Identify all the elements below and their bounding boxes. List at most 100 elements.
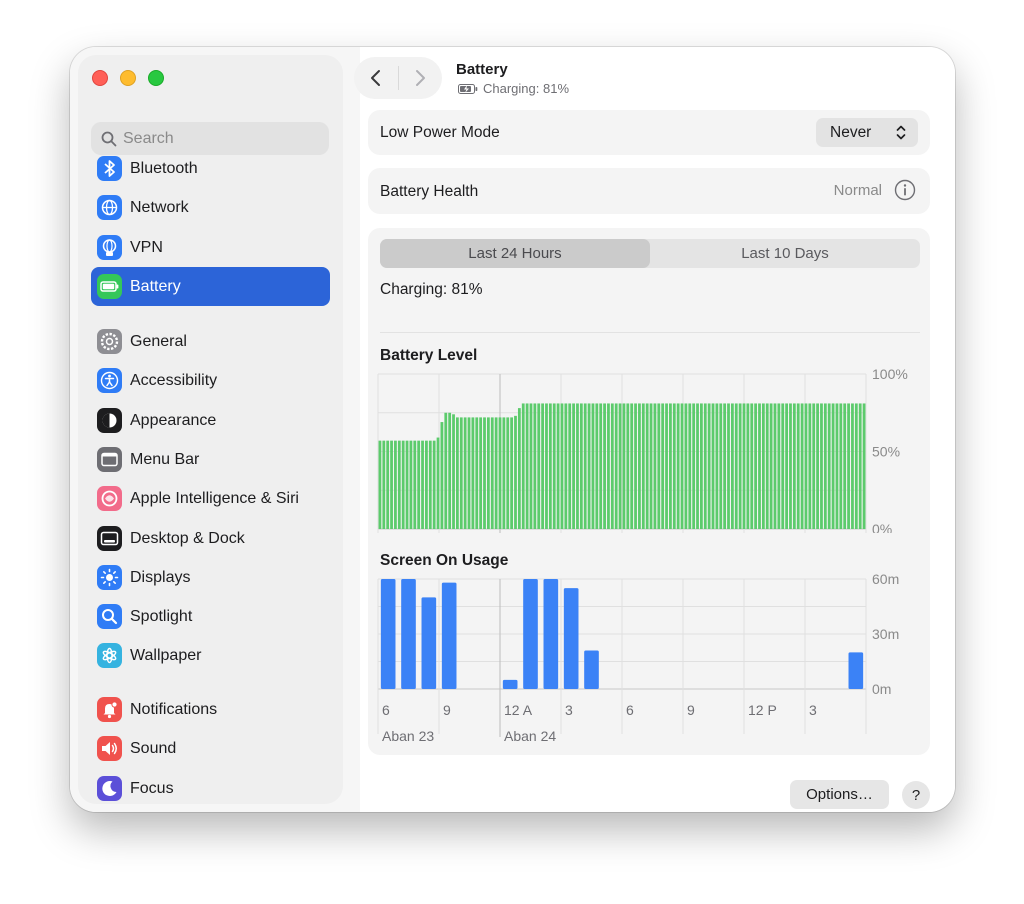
charging-status: Charging: 81% xyxy=(380,281,483,298)
x-tick-label: 9 xyxy=(443,702,451,718)
sidebar-item-notifications[interactable]: Notifications xyxy=(91,690,330,729)
date-label: Aban 24 xyxy=(504,728,556,744)
magnifier-icon xyxy=(97,604,122,629)
chart-bar xyxy=(440,422,444,529)
search-input[interactable] xyxy=(123,129,323,148)
chart-bar xyxy=(421,597,437,689)
chart-bar xyxy=(680,403,684,529)
y-tick-label: 50% xyxy=(872,444,900,460)
chart-bar xyxy=(653,403,657,529)
chart-bar xyxy=(622,403,626,529)
close-button[interactable] xyxy=(92,70,108,86)
battery-health-label: Battery Health xyxy=(380,183,479,200)
chart-bar xyxy=(510,417,514,529)
sidebar-item-accessibility[interactable]: Accessibility xyxy=(91,361,330,400)
sidebar-item-spotlight[interactable]: Spotlight xyxy=(91,597,330,636)
chart-bar xyxy=(583,403,587,529)
chart-bar xyxy=(754,403,758,529)
sidebar-item-label: Battery xyxy=(130,277,181,295)
help-button[interactable]: ? xyxy=(902,781,930,809)
sidebar-item-general[interactable]: General xyxy=(91,322,330,361)
chart-bar xyxy=(835,403,839,529)
chart-bar xyxy=(401,579,416,689)
chart-bar xyxy=(657,403,661,529)
y-tick-label: 0m xyxy=(872,681,891,697)
chart-bar xyxy=(432,440,436,529)
chart-bar xyxy=(676,403,680,529)
chart-bar xyxy=(610,403,614,529)
page-subtitle: Charging: 81% xyxy=(458,81,569,96)
info-icon[interactable] xyxy=(894,179,916,201)
chart-bar xyxy=(579,403,583,529)
chart-bar xyxy=(638,403,641,529)
tab-last-24-hours[interactable]: Last 24 Hours xyxy=(380,239,650,268)
chart-bar xyxy=(494,417,498,529)
chart-bar xyxy=(765,403,769,529)
chart-bar xyxy=(409,440,413,529)
battery-charging-icon xyxy=(458,83,478,94)
sidebar-item-apple-intelligence[interactable]: Apple Intelligence & Siri xyxy=(91,479,330,518)
chart-bar xyxy=(777,403,781,529)
chart-bar xyxy=(854,403,858,529)
sidebar-item-network[interactable]: Network xyxy=(91,188,330,227)
chart-bar xyxy=(397,440,401,529)
chart-bar xyxy=(831,403,835,529)
tab-last-10-days[interactable]: Last 10 Days xyxy=(650,239,920,268)
minimize-button[interactable] xyxy=(120,70,136,86)
chart-bar xyxy=(750,403,754,529)
sidebar-item-sound[interactable]: Sound xyxy=(91,729,330,768)
chart-bar xyxy=(394,440,397,529)
sidebar-item-displays[interactable]: Displays xyxy=(91,558,330,597)
x-tick-label: 6 xyxy=(626,702,634,718)
chart-bar xyxy=(626,403,630,529)
chevron-right-icon xyxy=(416,70,426,86)
low-power-mode-value: Never xyxy=(830,123,872,141)
chart-bar xyxy=(533,403,537,529)
chart-bar xyxy=(425,440,428,529)
chart-bar xyxy=(684,403,688,529)
chart-bar xyxy=(467,417,471,529)
y-tick-label: 60m xyxy=(872,571,899,587)
x-tick-label: 12 A xyxy=(504,702,533,718)
chart-bar xyxy=(382,440,386,529)
options-button[interactable]: Options… xyxy=(790,780,889,809)
chart-bar xyxy=(614,403,618,529)
chart-bar xyxy=(634,403,637,529)
chart-bar xyxy=(456,417,459,529)
sidebar-item-label: Spotlight xyxy=(130,607,193,625)
zoom-button[interactable] xyxy=(148,70,164,86)
sidebar-item-appearance[interactable]: Appearance xyxy=(91,401,330,440)
chart-bar xyxy=(576,403,579,529)
chart-bar xyxy=(556,403,560,529)
sidebar-item-menu-bar[interactable]: Menu Bar xyxy=(91,440,330,479)
sidebar-item-focus[interactable]: Focus xyxy=(91,769,330,808)
time-range-segmented-control: Last 24 Hours Last 10 Days xyxy=(380,239,920,268)
chart-bar xyxy=(436,437,440,529)
subtitle-text: Charging: 81% xyxy=(483,81,569,96)
dock-icon xyxy=(97,526,122,551)
chart-bar xyxy=(727,403,730,529)
chart-bar xyxy=(521,403,525,529)
chart-bar xyxy=(796,403,800,529)
low-power-mode-label: Low Power Mode xyxy=(380,124,500,141)
forward-button[interactable] xyxy=(398,57,442,99)
chart-bar xyxy=(672,403,676,529)
chart-bar xyxy=(545,403,548,529)
sidebar-item-label: Sound xyxy=(130,739,177,757)
chart-bar xyxy=(475,417,479,529)
y-tick-label: 30m xyxy=(872,626,899,642)
low-power-mode-popup[interactable]: Never xyxy=(816,118,918,147)
sidebar-item-battery[interactable]: Battery xyxy=(91,267,330,306)
chart-bar xyxy=(769,403,773,529)
sidebar-item-bluetooth[interactable]: Bluetooth xyxy=(91,149,330,188)
chart-bar xyxy=(599,403,603,529)
chart-bar xyxy=(618,403,622,529)
back-button[interactable] xyxy=(354,57,398,99)
sidebar-item-wallpaper[interactable]: Wallpaper xyxy=(91,636,330,675)
sidebar-item-desktop-dock[interactable]: Desktop & Dock xyxy=(91,519,330,558)
chart-bar xyxy=(715,403,719,529)
sidebar-item-vpn[interactable]: VPN xyxy=(91,228,330,267)
x-tick-label: 3 xyxy=(565,702,573,718)
appearance-icon xyxy=(97,408,122,433)
chart-bar xyxy=(711,403,715,529)
